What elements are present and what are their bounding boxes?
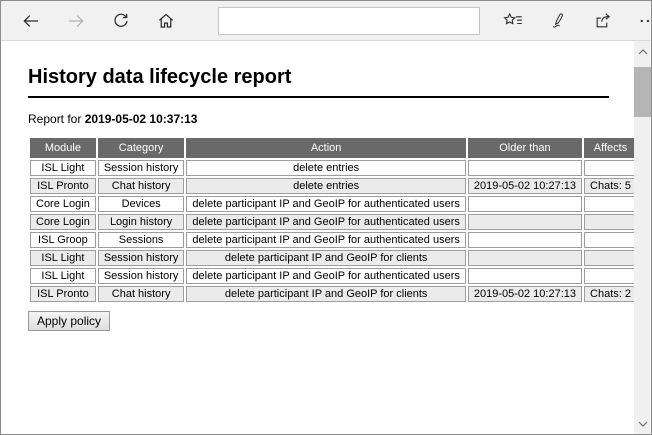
favorites-hub-button[interactable]: [501, 8, 525, 34]
table-cell: Core Login: [30, 214, 96, 230]
table-row: ISL ProntoChat historydelete participant…: [30, 286, 637, 302]
table-cell: Devices: [98, 196, 185, 212]
table-cell: delete entries: [186, 160, 465, 176]
table-cell: Chats: 2: [584, 286, 637, 302]
table-row: Core LoginLogin historydelete participan…: [30, 214, 637, 230]
table-cell: Session history: [98, 250, 185, 266]
scroll-down-button[interactable]: [634, 415, 651, 432]
report-timestamp: 2019-05-02 10:37:13: [85, 112, 198, 126]
table-cell: delete participant IP and GeoIP for clie…: [186, 250, 465, 266]
table-cell: [584, 196, 637, 212]
table-cell: ISL Light: [30, 268, 96, 284]
table-cell: [468, 250, 582, 266]
web-note-button[interactable]: [546, 8, 570, 34]
report-timestamp-line: Report for 2019-05-02 10:37:13: [28, 112, 634, 126]
table-row: ISL ProntoChat historydelete entries2019…: [30, 178, 637, 194]
column-header-category: Category: [98, 138, 185, 158]
table-cell: Chats: 5: [584, 178, 637, 194]
table-cell: Core Login: [30, 196, 96, 212]
table-cell: [468, 268, 582, 284]
table-row: ISL GroopSessionsdelete participant IP a…: [30, 232, 637, 248]
table-cell: ISL Light: [30, 250, 96, 266]
browser-window: History data lifecycle report Report for…: [0, 0, 652, 435]
table-row: ISL LightSession historydelete participa…: [30, 268, 637, 284]
back-button[interactable]: [19, 8, 43, 34]
apply-policy-button[interactable]: Apply policy: [28, 311, 110, 331]
chevron-up-icon: [638, 49, 648, 55]
table-cell: delete participant IP and GeoIP for clie…: [186, 286, 465, 302]
table-cell: delete entries: [186, 178, 465, 194]
web-note-pen-icon: [548, 11, 568, 31]
ellipsis-icon: [638, 11, 652, 31]
forward-arrow-icon: [66, 11, 86, 31]
table-cell: delete participant IP and GeoIP for auth…: [186, 196, 465, 212]
favorites-hub-icon: [502, 11, 524, 31]
table-cell: [468, 232, 582, 248]
table-head: ModuleCategoryActionOlder thanAffects: [30, 138, 637, 158]
share-icon: [593, 11, 613, 31]
refresh-icon: [111, 11, 131, 31]
table-cell: ISL Light: [30, 160, 96, 176]
vertical-scrollbar[interactable]: [634, 41, 651, 434]
home-button[interactable]: [154, 8, 178, 34]
forward-button[interactable]: [64, 8, 88, 34]
refresh-button[interactable]: [109, 8, 133, 34]
table-row: Core LoginDevicesdelete participant IP a…: [30, 196, 637, 212]
table-cell: [468, 160, 582, 176]
table-cell: [584, 160, 637, 176]
table-cell: [584, 214, 637, 230]
column-header-affects: Affects: [584, 138, 637, 158]
column-header-older-than: Older than: [468, 138, 582, 158]
table-cell: Session history: [98, 268, 185, 284]
table-cell: 2019-05-02 10:27:13: [468, 178, 582, 194]
table-cell: [584, 232, 637, 248]
toolbar-right-group: [480, 8, 652, 34]
table-cell: ISL Pronto: [30, 286, 96, 302]
share-button[interactable]: [591, 8, 615, 34]
table-cell: delete participant IP and GeoIP for auth…: [186, 268, 465, 284]
scroll-up-button[interactable]: [634, 43, 651, 60]
table-cell: ISL Pronto: [30, 178, 96, 194]
page-content: History data lifecycle report Report for…: [1, 41, 651, 434]
table-cell: ISL Groop: [30, 232, 96, 248]
table-cell: Chat history: [98, 286, 185, 302]
table-cell: 2019-05-02 10:27:13: [468, 286, 582, 302]
table-cell: [584, 268, 637, 284]
column-header-module: Module: [30, 138, 96, 158]
settings-more-button[interactable]: [636, 8, 652, 34]
address-bar-input[interactable]: [218, 7, 480, 35]
table-row: ISL LightSession historydelete participa…: [30, 250, 637, 266]
table-cell: Session history: [98, 160, 185, 176]
table-cell: Login history: [98, 214, 185, 230]
back-arrow-icon: [21, 11, 41, 31]
table-cell: [468, 214, 582, 230]
browser-toolbar: [1, 1, 651, 41]
table-cell: Chat history: [98, 178, 185, 194]
table-cell: delete participant IP and GeoIP for auth…: [186, 214, 465, 230]
table-header-row: ModuleCategoryActionOlder thanAffects: [30, 138, 637, 158]
table-cell: Sessions: [98, 232, 185, 248]
report-table: ModuleCategoryActionOlder thanAffects IS…: [28, 136, 639, 304]
scrollbar-thumb[interactable]: [634, 67, 651, 117]
chevron-down-icon: [638, 421, 648, 427]
column-header-action: Action: [186, 138, 465, 158]
page-title: History data lifecycle report: [28, 66, 609, 98]
table-cell: [468, 196, 582, 212]
table-row: ISL LightSession historydelete entries: [30, 160, 637, 176]
table-cell: [584, 250, 637, 266]
report-prefix-label: Report for: [28, 112, 81, 126]
table-body: ISL LightSession historydelete entriesIS…: [30, 160, 637, 302]
table-cell: delete participant IP and GeoIP for auth…: [186, 232, 465, 248]
home-icon: [156, 11, 176, 31]
